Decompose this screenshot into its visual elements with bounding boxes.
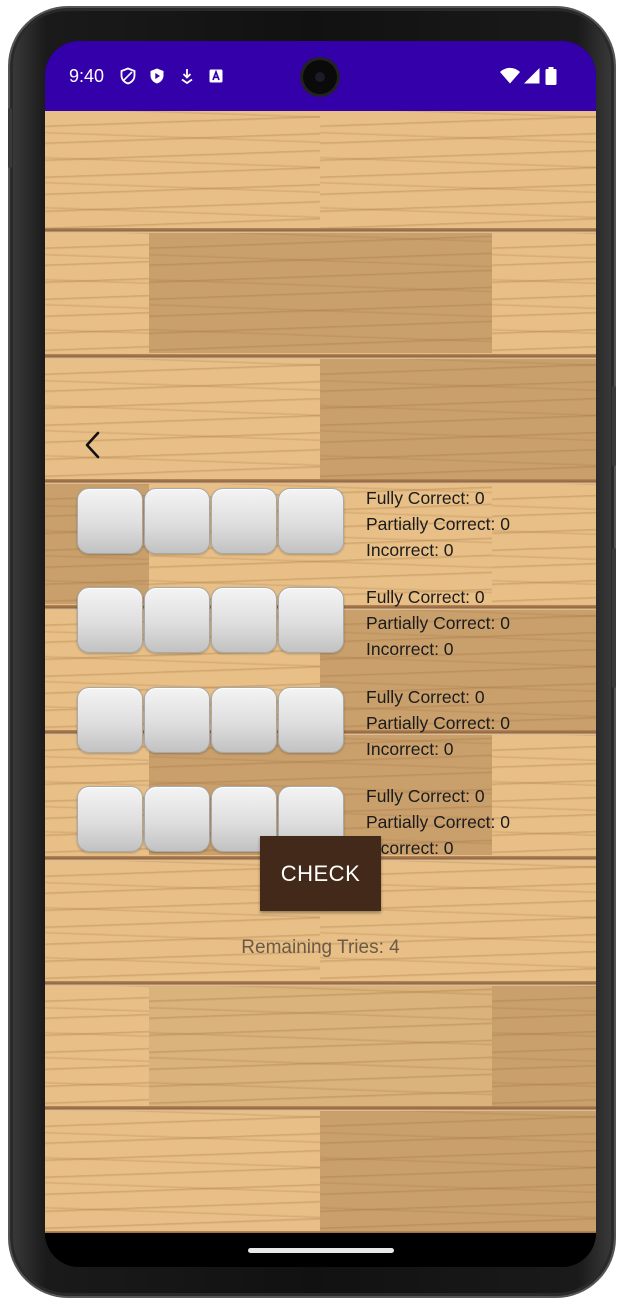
game-board-background: Fully Correct: 0 Partially Correct: 0 In… bbox=[45, 111, 596, 1233]
screen: 9:40 Fully Correct: 0 Partially Correct:… bbox=[45, 41, 596, 1267]
check-button[interactable]: CHECK bbox=[260, 836, 381, 911]
download-arrow-icon bbox=[181, 69, 193, 85]
signal-icon bbox=[524, 68, 540, 84]
wood-plank-row bbox=[45, 111, 596, 236]
status-time: 9:40 bbox=[69, 66, 105, 86]
guess-feedback: Fully Correct: 0 Partially Correct: 0 In… bbox=[366, 584, 510, 662]
home-gesture-handle[interactable] bbox=[248, 1248, 394, 1253]
guess-row: Fully Correct: 0 Partially Correct: 0 In… bbox=[77, 488, 557, 560]
partially-correct-count: Partially Correct: 0 bbox=[366, 613, 510, 633]
incorrect-count: Incorrect: 0 bbox=[366, 540, 454, 560]
status-bar: 9:40 bbox=[45, 41, 596, 111]
shield-play-icon bbox=[150, 68, 164, 84]
incorrect-count: Incorrect: 0 bbox=[366, 639, 454, 659]
side-button bbox=[8, 108, 12, 168]
battery-icon bbox=[545, 67, 557, 85]
code-slot[interactable] bbox=[77, 786, 143, 852]
wood-plank-row bbox=[45, 1111, 596, 1233]
guess-row: Fully Correct: 0 Partially Correct: 0 In… bbox=[77, 587, 557, 659]
partially-correct-count: Partially Correct: 0 bbox=[366, 812, 510, 832]
wifi-icon bbox=[500, 67, 520, 84]
fully-correct-count: Fully Correct: 0 bbox=[366, 587, 485, 607]
code-slot[interactable] bbox=[144, 687, 210, 753]
code-slot[interactable] bbox=[278, 488, 344, 554]
volume-button bbox=[612, 548, 616, 688]
guess-feedback: Fully Correct: 0 Partially Correct: 0 In… bbox=[366, 485, 510, 563]
incorrect-count: Incorrect: 0 bbox=[366, 739, 454, 759]
guess-row: Fully Correct: 0 Partially Correct: 0 In… bbox=[77, 687, 557, 759]
fully-correct-count: Fully Correct: 0 bbox=[366, 488, 485, 508]
fully-correct-count: Fully Correct: 0 bbox=[366, 786, 485, 806]
code-slot[interactable] bbox=[77, 587, 143, 653]
code-slot[interactable] bbox=[211, 587, 277, 653]
code-slot[interactable] bbox=[77, 488, 143, 554]
code-slot[interactable] bbox=[278, 587, 344, 653]
guess-feedback: Fully Correct: 0 Partially Correct: 0 In… bbox=[366, 783, 510, 861]
shield-outline-icon bbox=[120, 67, 136, 85]
code-slot[interactable] bbox=[278, 687, 344, 753]
guess-feedback: Fully Correct: 0 Partially Correct: 0 In… bbox=[366, 684, 510, 762]
code-slot[interactable] bbox=[144, 488, 210, 554]
partially-correct-count: Partially Correct: 0 bbox=[366, 514, 510, 534]
front-camera bbox=[303, 60, 337, 94]
remaining-tries-label: Remaining Tries: 4 bbox=[241, 937, 400, 958]
navigation-bar bbox=[45, 1233, 596, 1267]
wood-plank-row bbox=[45, 986, 596, 1111]
code-slot[interactable] bbox=[144, 587, 210, 653]
a-box-icon bbox=[209, 69, 223, 83]
wood-plank-row bbox=[45, 359, 596, 484]
code-slot[interactable] bbox=[211, 687, 277, 753]
power-button bbox=[612, 386, 616, 466]
fully-correct-count: Fully Correct: 0 bbox=[366, 687, 485, 707]
partially-correct-count: Partially Correct: 0 bbox=[366, 713, 510, 733]
code-slot[interactable] bbox=[77, 687, 143, 753]
phone-frame: 9:40 Fully Correct: 0 Partially Correct:… bbox=[8, 8, 616, 1296]
back-button[interactable] bbox=[79, 427, 107, 463]
code-slot[interactable] bbox=[211, 488, 277, 554]
code-slot[interactable] bbox=[144, 786, 210, 852]
wood-plank-row bbox=[45, 233, 596, 358]
chevron-left-icon bbox=[85, 431, 100, 459]
incorrect-count: Incorrect: 0 bbox=[366, 838, 454, 858]
